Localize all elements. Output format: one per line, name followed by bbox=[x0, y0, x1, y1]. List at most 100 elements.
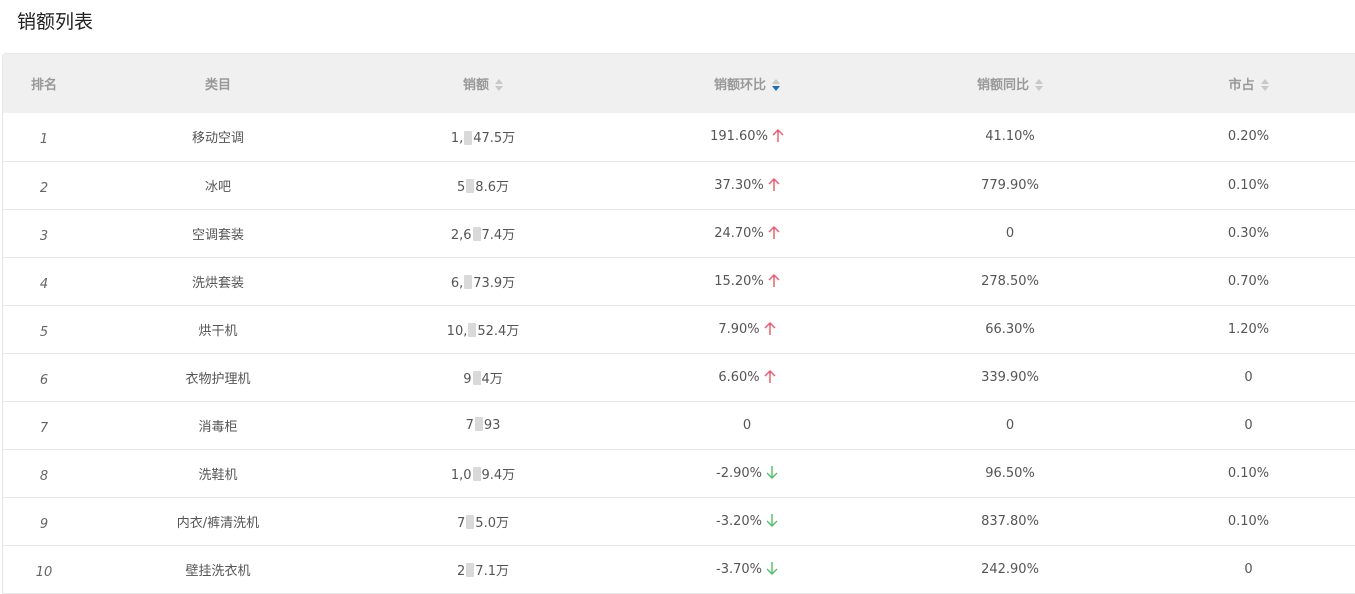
category-cell: 冰吧 bbox=[204, 179, 231, 195]
sales-cell: 6, 73.9万 bbox=[351, 257, 615, 305]
mom-value: 191.60% bbox=[710, 129, 768, 145]
header-rank: 排名 bbox=[3, 54, 85, 113]
header-category-label: 类目 bbox=[204, 78, 231, 93]
arrow-up-icon bbox=[768, 225, 780, 240]
sort-both-icon[interactable] bbox=[495, 78, 503, 91]
redacted-digit bbox=[466, 179, 475, 193]
category-cell: 洗烘套装 bbox=[191, 275, 244, 291]
header-yoy[interactable]: 销额同比 bbox=[879, 54, 1141, 113]
mom-cell: 191.60% bbox=[615, 113, 879, 161]
yoy-cell: 41.10% bbox=[985, 129, 1035, 145]
sales-value-suffix: 73.9万 bbox=[473, 275, 516, 291]
category-cell: 壁挂洗衣机 bbox=[185, 563, 251, 579]
share-cell: 0.10% bbox=[1227, 177, 1270, 193]
rank-cell: 10 bbox=[35, 564, 53, 580]
mom-cell: -3.20% bbox=[615, 497, 879, 545]
header-sales[interactable]: 销额 bbox=[351, 54, 615, 113]
share-cell: 0.10% bbox=[1227, 513, 1270, 529]
header-mom[interactable]: 销额环比 bbox=[615, 54, 879, 113]
sales-cell: 7 93 bbox=[351, 401, 615, 449]
rank-cell: 7 bbox=[39, 420, 49, 436]
rank-cell: 4 bbox=[39, 276, 49, 292]
sales-value-suffix: 7.4万 bbox=[481, 227, 516, 243]
mom-value: 0 bbox=[742, 417, 752, 433]
sales-value-suffix: 7.1万 bbox=[475, 563, 509, 579]
category-cell: 空调套装 bbox=[191, 227, 244, 243]
yoy-cell: 66.30% bbox=[985, 321, 1035, 337]
sort-desc-active-icon[interactable] bbox=[772, 78, 780, 91]
category-cell: 烘干机 bbox=[198, 323, 238, 339]
redacted-digit bbox=[466, 563, 475, 577]
share-cell: 0 bbox=[1244, 369, 1253, 385]
rank-cell: 5 bbox=[39, 324, 49, 340]
table-row: 1 移动空调 1, 47.5万 191.60% 41.10% 0.20% bbox=[3, 113, 1355, 161]
table-row: 9 内衣/裤清洗机 7 5.0万 -3.20% 837.80% 0.10% bbox=[3, 497, 1355, 545]
sales-value-prefix: 7 bbox=[465, 417, 474, 433]
mom-value: 24.70% bbox=[714, 225, 764, 241]
sort-both-icon[interactable] bbox=[1035, 78, 1043, 91]
rank-cell: 9 bbox=[39, 516, 49, 532]
sales-value-suffix: 93 bbox=[483, 417, 501, 433]
sales-cell: 5 8.6万 bbox=[351, 161, 615, 209]
arrow-up-icon bbox=[768, 177, 780, 192]
yoy-cell: 339.90% bbox=[981, 369, 1039, 385]
mom-cell: 0 bbox=[615, 401, 879, 449]
mom-cell: 24.70% bbox=[615, 209, 879, 257]
share-cell: 0 bbox=[1244, 561, 1253, 577]
rank-cell: 6 bbox=[39, 372, 49, 388]
rank-cell: 2 bbox=[39, 180, 49, 196]
redacted-digit bbox=[464, 130, 473, 145]
share-cell: 0.30% bbox=[1227, 225, 1270, 241]
mom-value: -2.90% bbox=[716, 465, 762, 481]
sales-value-suffix: 52.4万 bbox=[477, 323, 520, 339]
category-cell: 洗鞋机 bbox=[198, 467, 238, 483]
rank-cell: 3 bbox=[39, 228, 49, 244]
sales-value-prefix: 10, bbox=[446, 323, 468, 339]
header-rank-label: 排名 bbox=[30, 78, 57, 93]
header-yoy-label: 销额同比 bbox=[976, 78, 1029, 93]
redacted-digit bbox=[472, 371, 481, 385]
category-cell: 移动空调 bbox=[191, 131, 244, 147]
table-row: 5 烘干机 10, 52.4万 7.90% 66.30% 1.20% bbox=[3, 305, 1355, 353]
sort-both-icon[interactable] bbox=[1260, 78, 1269, 91]
redacted-digit bbox=[466, 515, 475, 529]
mom-cell: -2.90% bbox=[615, 449, 879, 497]
yoy-cell: 278.50% bbox=[981, 273, 1039, 289]
sales-value-suffix: 47.5万 bbox=[473, 131, 516, 147]
sales-cell: 2,6 7.4万 bbox=[351, 209, 615, 257]
sales-value-prefix: 7 bbox=[457, 515, 466, 531]
header-share[interactable]: 市占 bbox=[1141, 54, 1355, 113]
category-cell: 消毒柜 bbox=[198, 419, 238, 435]
arrow-down-icon bbox=[766, 513, 778, 528]
sales-value-prefix: 6, bbox=[450, 275, 464, 291]
arrow-up-icon bbox=[768, 273, 780, 288]
arrow-down-icon bbox=[766, 465, 778, 480]
redacted-digit bbox=[472, 467, 481, 481]
sales-value-prefix: 9 bbox=[463, 371, 472, 387]
yoy-cell: 242.90% bbox=[981, 561, 1039, 577]
rank-cell: 8 bbox=[39, 468, 49, 484]
table-row: 7 消毒柜 7 93 0 0 0 bbox=[3, 401, 1355, 449]
table-row: 4 洗烘套装 6, 73.9万 15.20% 278.50% 0.70% bbox=[3, 257, 1355, 305]
table-body: 1 移动空调 1, 47.5万 191.60% 41.10% 0.20% 2 冰吧 5 8.6万 37… bbox=[3, 113, 1355, 593]
share-cell: 0.20% bbox=[1227, 129, 1270, 145]
redacted-digit bbox=[474, 417, 483, 431]
table-row: 2 冰吧 5 8.6万 37.30% 779.90% 0.10% bbox=[3, 161, 1355, 209]
header-share-label: 市占 bbox=[1228, 78, 1255, 93]
header-mom-label: 销额环比 bbox=[713, 78, 766, 93]
sales-cell: 1, 47.5万 bbox=[351, 113, 615, 161]
table-row: 10 壁挂洗衣机 2 7.1万 -3.70% 242.90% 0 bbox=[3, 545, 1355, 593]
sales-value-prefix: 1,0 bbox=[450, 467, 472, 483]
sales-cell: 1,0 9.4万 bbox=[351, 449, 615, 497]
mom-cell: 6.60% bbox=[615, 353, 879, 401]
redacted-digit bbox=[468, 323, 477, 337]
category-cell: 衣物护理机 bbox=[185, 371, 251, 387]
sales-value-suffix: 8.6万 bbox=[475, 179, 509, 195]
table-header-row: 排名 类目 销额 销额环比 销额同比 市占 bbox=[3, 54, 1355, 113]
arrow-up-icon bbox=[772, 128, 784, 143]
arrow-up-icon bbox=[764, 369, 776, 384]
yoy-cell: 779.90% bbox=[981, 177, 1039, 193]
yoy-cell: 0 bbox=[1005, 417, 1015, 433]
mom-value: 37.30% bbox=[714, 177, 764, 193]
sales-value-suffix: 4万 bbox=[481, 371, 503, 387]
